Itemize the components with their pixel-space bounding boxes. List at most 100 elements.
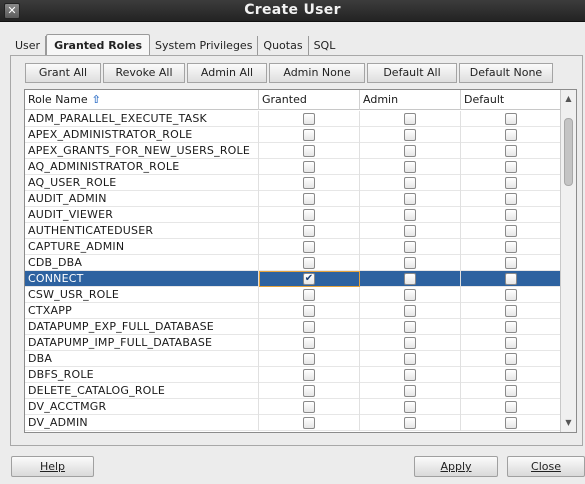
- admin-checkbox[interactable]: [404, 177, 416, 189]
- table-row[interactable]: AQ_USER_ROLE: [25, 175, 561, 191]
- granted-checkbox[interactable]: [303, 289, 315, 301]
- scrollbar-thumb[interactable]: [564, 118, 573, 186]
- table-row[interactable]: DV_ADMIN: [25, 415, 561, 431]
- default-none-button[interactable]: Default None: [459, 63, 553, 83]
- granted-checkbox[interactable]: [303, 161, 315, 173]
- table-row[interactable]: CAPTURE_ADMIN: [25, 239, 561, 255]
- default-checkbox[interactable]: [505, 289, 517, 301]
- default-checkbox[interactable]: [505, 145, 517, 157]
- column-header-granted[interactable]: Granted: [259, 90, 360, 110]
- admin-checkbox[interactable]: [404, 161, 416, 173]
- table-row[interactable]: DATAPUMP_IMP_FULL_DATABASE: [25, 335, 561, 351]
- table-row[interactable]: DBFS_ROLE: [25, 367, 561, 383]
- default-checkbox[interactable]: [505, 129, 517, 141]
- scroll-up-icon[interactable]: ▲: [561, 92, 576, 106]
- default-checkbox[interactable]: [505, 337, 517, 349]
- default-checkbox[interactable]: [505, 321, 517, 333]
- granted-checkbox[interactable]: [303, 417, 315, 429]
- admin-all-button[interactable]: Admin All: [187, 63, 267, 83]
- table-row[interactable]: APEX_ADMINISTRATOR_ROLE: [25, 127, 561, 143]
- tab-quotas[interactable]: Quotas: [258, 36, 309, 56]
- admin-checkbox[interactable]: [404, 337, 416, 349]
- default-all-button[interactable]: Default All: [367, 63, 457, 83]
- admin-checkbox[interactable]: [404, 369, 416, 381]
- default-checkbox[interactable]: [505, 241, 517, 253]
- column-header-role-name[interactable]: Role Name ⇧: [25, 90, 259, 110]
- admin-checkbox[interactable]: [404, 129, 416, 141]
- admin-checkbox[interactable]: [404, 193, 416, 205]
- default-checkbox[interactable]: [505, 353, 517, 365]
- table-row[interactable]: APEX_GRANTS_FOR_NEW_USERS_ROLE: [25, 143, 561, 159]
- granted-checkbox[interactable]: [303, 385, 315, 397]
- granted-checkbox[interactable]: ✔: [303, 273, 315, 285]
- table-row[interactable]: AUDIT_ADMIN: [25, 191, 561, 207]
- table-row[interactable]: DBA: [25, 351, 561, 367]
- admin-checkbox[interactable]: [404, 321, 416, 333]
- granted-checkbox[interactable]: [303, 353, 315, 365]
- admin-checkbox[interactable]: [404, 305, 416, 317]
- default-checkbox[interactable]: [505, 369, 517, 381]
- granted-checkbox[interactable]: [303, 305, 315, 317]
- table-row[interactable]: AUTHENTICATEDUSER: [25, 223, 561, 239]
- admin-checkbox[interactable]: [404, 241, 416, 253]
- revoke-all-button[interactable]: Revoke All: [103, 63, 185, 83]
- granted-checkbox[interactable]: [303, 369, 315, 381]
- table-row[interactable]: DV_ACCTMGR: [25, 399, 561, 415]
- admin-checkbox[interactable]: [404, 225, 416, 237]
- granted-checkbox[interactable]: [303, 225, 315, 237]
- default-checkbox[interactable]: [505, 193, 517, 205]
- sort-ascending-icon[interactable]: ⇧: [92, 90, 101, 110]
- help-button[interactable]: Help: [11, 456, 94, 477]
- granted-checkbox[interactable]: [303, 241, 315, 253]
- admin-checkbox[interactable]: [404, 353, 416, 365]
- default-checkbox[interactable]: [505, 161, 517, 173]
- admin-checkbox[interactable]: [404, 401, 416, 413]
- apply-button[interactable]: Apply: [414, 456, 498, 477]
- tab-sql[interactable]: SQL: [309, 36, 341, 56]
- granted-checkbox[interactable]: [303, 209, 315, 221]
- admin-checkbox[interactable]: [404, 417, 416, 429]
- table-row[interactable]: CTXAPP: [25, 303, 561, 319]
- granted-checkbox[interactable]: [303, 257, 315, 269]
- admin-checkbox[interactable]: [404, 257, 416, 269]
- table-row[interactable]: CSW_USR_ROLE: [25, 287, 561, 303]
- admin-none-button[interactable]: Admin None: [269, 63, 365, 83]
- admin-checkbox[interactable]: [404, 113, 416, 125]
- table-row[interactable]: CDB_DBA: [25, 255, 561, 271]
- column-header-admin[interactable]: Admin: [360, 90, 461, 110]
- granted-checkbox[interactable]: [303, 113, 315, 125]
- default-checkbox[interactable]: [505, 401, 517, 413]
- default-checkbox[interactable]: [505, 209, 517, 221]
- admin-checkbox[interactable]: [404, 145, 416, 157]
- granted-checkbox[interactable]: [303, 145, 315, 157]
- column-header-default[interactable]: Default: [461, 90, 561, 110]
- admin-checkbox[interactable]: [404, 385, 416, 397]
- granted-checkbox[interactable]: [303, 129, 315, 141]
- granted-checkbox[interactable]: [303, 177, 315, 189]
- grant-all-button[interactable]: Grant All: [25, 63, 101, 83]
- table-row[interactable]: AQ_ADMINISTRATOR_ROLE: [25, 159, 561, 175]
- admin-checkbox[interactable]: [404, 273, 416, 285]
- tab-user[interactable]: User: [10, 36, 47, 56]
- table-row[interactable]: ADM_PARALLEL_EXECUTE_TASK: [25, 111, 561, 127]
- default-checkbox[interactable]: [505, 385, 517, 397]
- table-row[interactable]: DELETE_CATALOG_ROLE: [25, 383, 561, 399]
- granted-checkbox[interactable]: [303, 193, 315, 205]
- table-row[interactable]: AUDIT_VIEWER: [25, 207, 561, 223]
- default-checkbox[interactable]: [505, 225, 517, 237]
- vertical-scrollbar[interactable]: ▲ ▼: [560, 90, 576, 432]
- table-row[interactable]: CONNECT ✔: [25, 271, 561, 287]
- table-row[interactable]: DATAPUMP_EXP_FULL_DATABASE: [25, 319, 561, 335]
- default-checkbox[interactable]: [505, 305, 517, 317]
- admin-checkbox[interactable]: [404, 209, 416, 221]
- granted-checkbox[interactable]: [303, 337, 315, 349]
- granted-checkbox[interactable]: [303, 321, 315, 333]
- default-checkbox[interactable]: [505, 273, 517, 285]
- default-checkbox[interactable]: [505, 177, 517, 189]
- tab-granted-roles[interactable]: Granted Roles: [46, 34, 151, 56]
- close-button[interactable]: Close: [507, 456, 585, 477]
- default-checkbox[interactable]: [505, 257, 517, 269]
- tab-system-privileges[interactable]: System Privileges: [150, 36, 259, 56]
- granted-checkbox[interactable]: [303, 401, 315, 413]
- default-checkbox[interactable]: [505, 417, 517, 429]
